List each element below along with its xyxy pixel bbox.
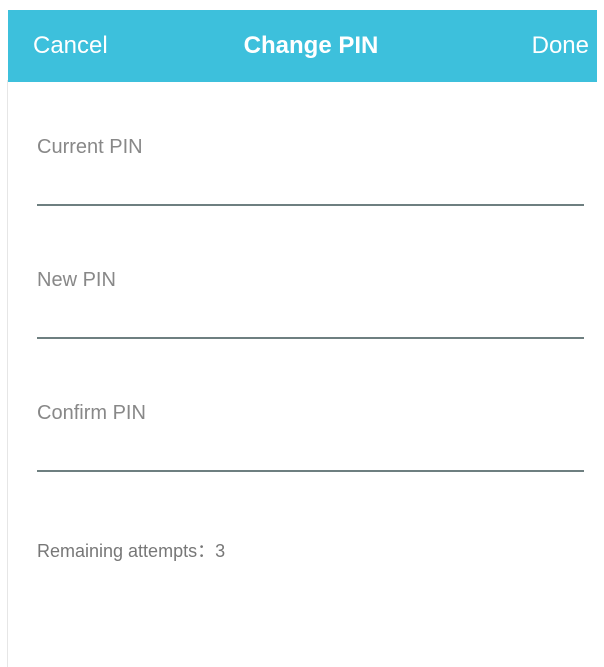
done-button[interactable]: Done bbox=[532, 10, 589, 82]
confirm-pin-label: Confirm PIN bbox=[37, 402, 146, 424]
left-edge-divider bbox=[7, 80, 8, 667]
current-pin-label: Current PIN bbox=[37, 136, 143, 158]
change-pin-screen: Change PIN Cancel Done Current PIN New P… bbox=[0, 0, 604, 667]
current-pin-input[interactable] bbox=[37, 170, 584, 206]
navigation-bar: Change PIN Cancel Done bbox=[8, 10, 597, 82]
confirm-pin-input[interactable] bbox=[37, 436, 584, 472]
new-pin-label: New PIN bbox=[37, 269, 116, 291]
new-pin-input[interactable] bbox=[37, 303, 584, 339]
remaining-attempts-text: Remaining attempts：3 bbox=[37, 541, 226, 561]
cancel-button[interactable]: Cancel bbox=[33, 10, 108, 82]
